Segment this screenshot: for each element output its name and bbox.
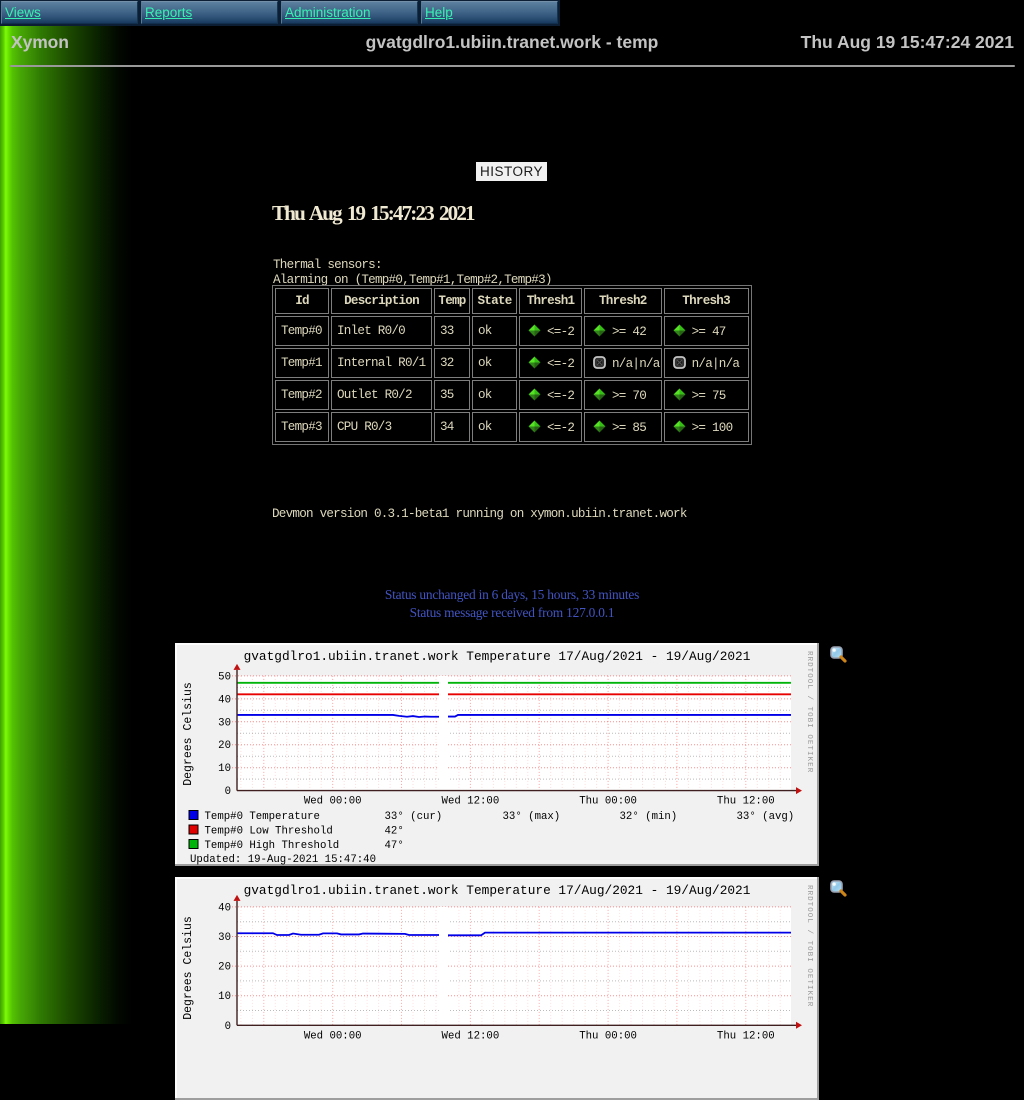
svg-text:gvatgdlro1.ubiin.tranet.work T: gvatgdlro1.ubiin.tranet.work Temperature…: [244, 883, 751, 898]
svg-text:Temp#0 Low Threshold: Temp#0 Low Threshold: [205, 826, 333, 838]
svg-text:Wed 12:00: Wed 12:00: [442, 1030, 500, 1042]
svg-text:32° (min): 32° (min): [620, 811, 678, 823]
svg-text:30: 30: [218, 717, 231, 729]
svg-text:50: 50: [218, 671, 231, 683]
svg-text:Degrees Celsius: Degrees Celsius: [182, 682, 195, 786]
svg-text:Thu 00:00: Thu 00:00: [579, 1030, 637, 1042]
svg-text:Updated: 19-Aug-2021 15:47:40: Updated: 19-Aug-2021 15:47:40: [190, 854, 376, 866]
svg-text:Temp#0 Temperature: Temp#0 Temperature: [205, 811, 320, 823]
svg-text:gvatgdlro1.ubiin.tranet.work T: gvatgdlro1.ubiin.tranet.work Temperature…: [244, 649, 751, 664]
svg-text:20: 20: [218, 740, 231, 752]
svg-text:Wed 00:00: Wed 00:00: [304, 796, 362, 808]
svg-text:42°: 42°: [385, 826, 404, 838]
svg-text:10: 10: [218, 763, 231, 775]
svg-text:20: 20: [218, 962, 231, 974]
svg-text:Thu 00:00: Thu 00:00: [579, 796, 637, 808]
svg-text:40: 40: [218, 694, 231, 706]
svg-text:Degrees Celsius: Degrees Celsius: [182, 916, 195, 1020]
svg-text:30: 30: [218, 932, 231, 944]
svg-text:Wed 12:00: Wed 12:00: [442, 796, 500, 808]
svg-text:0: 0: [225, 786, 231, 798]
svg-text:0: 0: [225, 1021, 231, 1033]
svg-text:Wed 00:00: Wed 00:00: [304, 1030, 362, 1042]
svg-text:Thu 12:00: Thu 12:00: [717, 1030, 775, 1042]
svg-text:Thu 12:00: Thu 12:00: [717, 796, 775, 808]
svg-text:Temp#0 High Threshold: Temp#0 High Threshold: [205, 840, 340, 852]
svg-text:10: 10: [218, 991, 231, 1003]
svg-text:47°: 47°: [385, 840, 404, 852]
svg-text:33° (avg): 33° (avg): [737, 811, 795, 823]
svg-text:33° (cur): 33° (cur): [385, 811, 443, 823]
svg-text:RRDTOOL / TOBI OETIKER: RRDTOOL / TOBI OETIKER: [805, 885, 813, 1007]
svg-text:RRDTOOL / TOBI OETIKER: RRDTOOL / TOBI OETIKER: [805, 651, 813, 773]
svg-text:33° (max): 33° (max): [503, 811, 561, 823]
svg-text:40: 40: [218, 902, 231, 914]
